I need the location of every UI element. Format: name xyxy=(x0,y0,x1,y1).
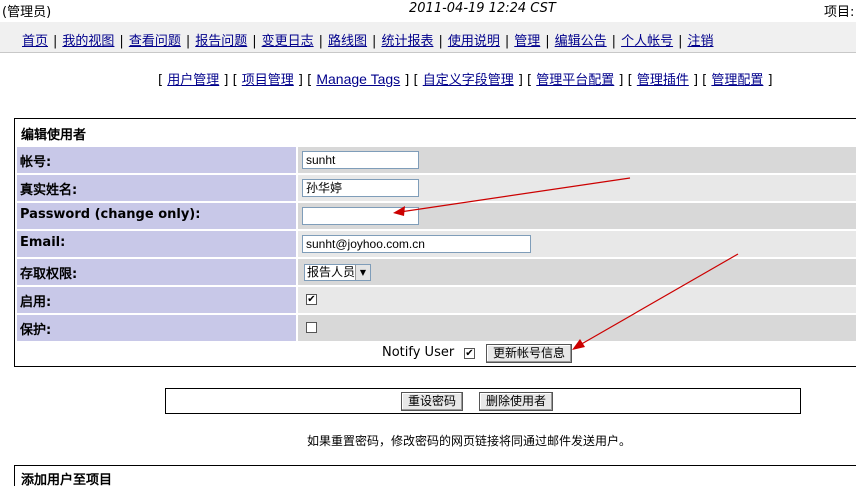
notify-user-checkbox[interactable]: ✔ xyxy=(464,348,475,359)
menu-roadmap[interactable]: 路线图 xyxy=(328,34,367,49)
submenu-manage-projects[interactable]: 项目管理 xyxy=(242,73,294,88)
submenu-platform-config[interactable]: 管理平台配置 xyxy=(536,73,614,88)
check-icon: ✔ xyxy=(465,348,474,359)
reset-password-button[interactable]: 重设密码 xyxy=(401,392,464,411)
delete-user-button[interactable]: 删除使用者 xyxy=(479,392,554,411)
menu-manage[interactable]: 管理 xyxy=(514,34,540,49)
protected-checkbox[interactable] xyxy=(306,322,317,333)
menu-separator: | xyxy=(611,34,617,49)
menu-logout[interactable]: 注销 xyxy=(687,34,713,49)
menu-separator: | xyxy=(119,34,124,49)
email-row: Email: sunht@joyhoo.com.cn xyxy=(17,231,856,257)
access-row: 存取权限: 报告人员 ▼ xyxy=(17,259,856,285)
menu-separator: | xyxy=(53,34,58,49)
menu-edit-news[interactable]: 编辑公告 xyxy=(555,34,607,49)
password-input[interactable] xyxy=(302,207,419,225)
reset-password-note: 如果重置密码，修改密码的网页链接将同通过邮件发送用户。 xyxy=(307,434,632,448)
update-account-button[interactable]: 更新帐号信息 xyxy=(486,344,573,363)
protected-label: 保护: xyxy=(20,323,52,338)
menu-separator: | xyxy=(372,34,377,49)
menu-separator: | xyxy=(185,34,191,49)
edit-user-form: 编辑使用者 帐号: sunht 真实姓名: 孙华婷 Password (chan… xyxy=(14,118,856,367)
menu-separator: | xyxy=(504,34,510,49)
access-label: 存取权限: xyxy=(20,267,78,282)
notify-user-label: Notify User xyxy=(382,345,455,360)
menu-docs[interactable]: 使用说明 xyxy=(448,34,500,49)
top-info-bar: (管理员) 2011-04-19 12:24 CST 项目: xyxy=(0,0,856,22)
main-menu: 首页 | 我的视图 | 查看问题 | 报告问题 | 变更日志 | 路线图 | 统计报表 | 使用说明 | 管理 |… xyxy=(0,22,856,53)
access-selected-value: 报告人员 xyxy=(307,265,356,279)
submenu-manage-users[interactable]: 用户管理 xyxy=(167,73,219,88)
check-icon: ✔ xyxy=(307,294,316,305)
username-row: 帐号: sunht xyxy=(17,147,856,173)
manage-submenu: [ 用户管理 ] [ 项目管理 ] [ Manage Tags ] [ 自定义字… xyxy=(158,71,773,88)
realname-row: 真实姓名: 孙华婷 xyxy=(17,175,856,201)
password-label: Password (change only): xyxy=(20,207,201,222)
password-row: Password (change only): xyxy=(17,203,856,229)
account-actions-box: 重设密码 删除使用者 xyxy=(165,388,801,414)
menu-separator: | xyxy=(318,34,324,49)
protected-row: 保护: xyxy=(17,315,856,341)
email-input[interactable]: sunht@joyhoo.com.cn xyxy=(302,235,531,253)
menu-separator: | xyxy=(252,34,257,49)
chevron-down-icon: ▼ xyxy=(355,265,370,280)
menu-report-issue[interactable]: 报告问题 xyxy=(195,34,247,49)
enabled-label: 启用: xyxy=(20,295,52,310)
form-title: 编辑使用者 xyxy=(21,128,87,143)
menu-my-view[interactable]: 我的视图 xyxy=(62,34,114,49)
access-select[interactable]: 报告人员 ▼ xyxy=(304,264,371,281)
submenu-manage-plugins[interactable]: 管理插件 xyxy=(637,73,689,88)
realname-input[interactable]: 孙华婷 xyxy=(302,179,419,197)
email-label: Email: xyxy=(20,235,66,250)
menu-view-issues[interactable]: 查看问题 xyxy=(129,34,181,49)
current-datetime: 2011-04-19 12:24 CST xyxy=(409,1,556,16)
submenu-manage-config[interactable]: 管理配置 xyxy=(711,73,763,88)
menu-separator: | xyxy=(438,34,443,49)
project-label: 项目: xyxy=(824,5,855,20)
add-to-project-box: 添加用户至项目 xyxy=(14,465,856,488)
menu-my-account[interactable]: 个人帐号 xyxy=(621,34,673,49)
submenu-custom-fields[interactable]: 自定义字段管理 xyxy=(423,73,514,88)
menu-home[interactable]: 首页 xyxy=(22,34,48,49)
enabled-checkbox[interactable]: ✔ xyxy=(306,294,317,305)
username-label: 帐号: xyxy=(20,155,52,170)
user-role: (管理员) xyxy=(2,5,52,20)
menu-changelog[interactable]: 变更日志 xyxy=(262,34,314,49)
add-to-project-title: 添加用户至项目 xyxy=(21,473,113,488)
enabled-row: 启用: ✔ xyxy=(17,287,856,313)
submenu-manage-tags[interactable]: Manage Tags xyxy=(316,71,400,87)
menu-summary[interactable]: 统计报表 xyxy=(381,34,433,49)
realname-label: 真实姓名: xyxy=(20,183,78,198)
menu-separator: | xyxy=(545,34,550,49)
menu-separator: | xyxy=(678,34,683,49)
username-input[interactable]: sunht xyxy=(302,151,419,169)
